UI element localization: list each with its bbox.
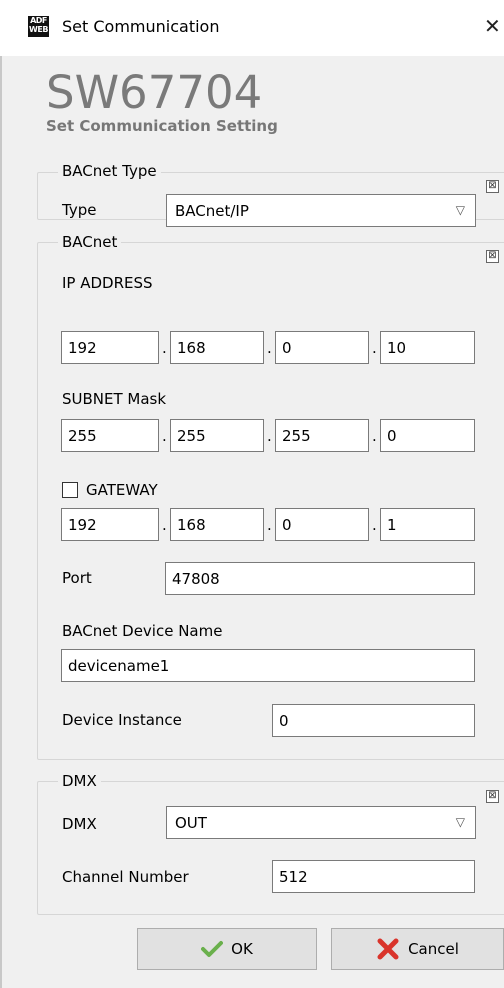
- channel-number-input[interactable]: 512: [272, 860, 475, 893]
- subnet-octet-3[interactable]: 255: [275, 419, 369, 452]
- subnet-octet-1[interactable]: 255: [61, 419, 159, 452]
- ip-octet-2[interactable]: 168: [170, 331, 264, 364]
- product-name: SW67704: [46, 66, 263, 119]
- gateway-checkbox[interactable]: [62, 482, 78, 498]
- ip-dot: .: [372, 339, 377, 357]
- chevron-down-icon: ▽: [455, 815, 465, 829]
- checkmark-icon: [201, 941, 224, 957]
- window-title: Set Communication: [62, 17, 220, 36]
- collapse-icon[interactable]: ⊠: [486, 250, 499, 263]
- subnet-label: SUBNET Mask: [62, 390, 167, 408]
- dmx-group: [37, 781, 504, 915]
- type-select[interactable]: BACnet/IP ▽: [166, 194, 476, 227]
- ip-octet-1[interactable]: 192: [61, 331, 159, 364]
- gateway-octet-4[interactable]: 1: [380, 508, 475, 541]
- chevron-down-icon: ▽: [455, 203, 465, 217]
- gateway-dot: .: [267, 516, 272, 534]
- subnet-dot: .: [267, 427, 272, 445]
- bacnet-group: [37, 242, 504, 760]
- device-instance-label: Device Instance: [62, 711, 182, 729]
- ok-button[interactable]: OK: [137, 928, 317, 970]
- cross-icon: [377, 938, 399, 960]
- collapse-icon[interactable]: ⊠: [486, 180, 499, 193]
- subnet-dot: .: [162, 427, 167, 445]
- bacnet-type-legend: BACnet Type: [58, 162, 161, 180]
- window-border: [0, 56, 2, 988]
- ip-dot: .: [267, 339, 272, 357]
- channel-number-label: Channel Number: [62, 868, 189, 886]
- gateway-dot: .: [372, 516, 377, 534]
- subnet-dot: .: [372, 427, 377, 445]
- cancel-button[interactable]: Cancel: [331, 928, 504, 970]
- device-name-input[interactable]: devicename1: [61, 649, 475, 682]
- ok-button-label: OK: [231, 940, 253, 958]
- gateway-octet-2[interactable]: 168: [170, 508, 264, 541]
- gateway-dot: .: [162, 516, 167, 534]
- dmx-select-value: OUT: [175, 814, 207, 832]
- subnet-octet-4[interactable]: 0: [380, 419, 475, 452]
- gateway-octet-3[interactable]: 0: [275, 508, 369, 541]
- gateway-label: GATEWAY: [86, 481, 158, 499]
- app-logo-icon: ADF WEB: [28, 16, 49, 37]
- ip-dot: .: [162, 339, 167, 357]
- collapse-icon[interactable]: ⊠: [486, 790, 499, 803]
- gateway-octet-1[interactable]: 192: [61, 508, 159, 541]
- dmx-legend: DMX: [58, 772, 101, 790]
- bacnet-legend: BACnet: [58, 233, 122, 251]
- ip-octet-3[interactable]: 0: [275, 331, 369, 364]
- port-input[interactable]: 47808: [165, 562, 475, 595]
- ip-octet-4[interactable]: 10: [380, 331, 475, 364]
- type-select-value: BACnet/IP: [175, 202, 249, 220]
- type-label: Type: [62, 201, 97, 219]
- page-subtitle: Set Communication Setting: [46, 117, 278, 135]
- close-icon[interactable]: ✕: [484, 14, 501, 38]
- device-name-label: BACnet Device Name: [62, 622, 223, 640]
- ip-address-label: IP ADDRESS: [62, 274, 153, 292]
- subnet-octet-2[interactable]: 255: [170, 419, 264, 452]
- device-instance-input[interactable]: 0: [272, 704, 475, 737]
- port-label: Port: [62, 569, 92, 587]
- dmx-label: DMX: [62, 815, 97, 833]
- cancel-button-label: Cancel: [408, 940, 459, 958]
- dmx-select[interactable]: OUT ▽: [166, 806, 476, 839]
